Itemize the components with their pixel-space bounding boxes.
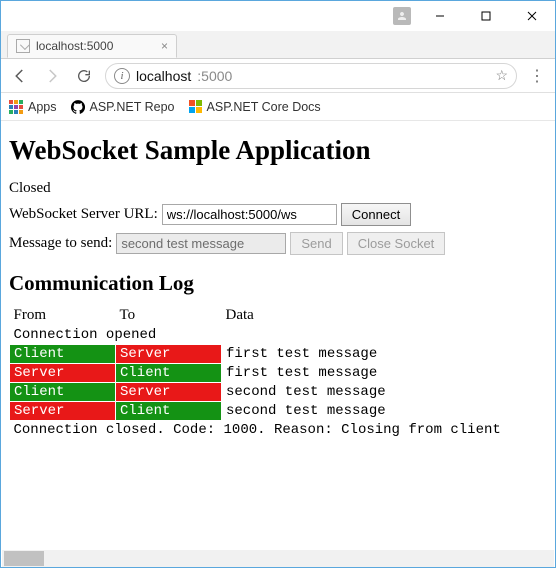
url-path: :5000 <box>197 68 232 84</box>
browser-toolbar: i localhost :5000 ☆ ⋮ <box>1 59 555 93</box>
send-button[interactable]: Send <box>290 232 342 255</box>
site-info-icon[interactable]: i <box>114 68 130 84</box>
table-row: ServerClientfirst test message <box>10 364 550 383</box>
bookmark-aspnet-docs[interactable]: ASP.NET Core Docs <box>189 100 321 114</box>
from-cell: Client <box>10 383 116 402</box>
col-from: From <box>10 306 116 326</box>
table-header-row: From To Data <box>10 306 550 326</box>
data-cell: first test message <box>222 345 550 364</box>
page-favicon-icon <box>16 39 30 53</box>
data-cell: second test message <box>222 383 550 402</box>
browser-tabstrip: localhost:5000 × <box>1 31 555 59</box>
table-row: ClientServerfirst test message <box>10 345 550 364</box>
apps-label: Apps <box>28 100 57 114</box>
bookmarks-bar: Apps ASP.NET Repo ASP.NET Core Docs <box>1 93 555 121</box>
message-label: Message to send: <box>9 235 112 252</box>
apps-grid-icon <box>9 100 23 114</box>
github-icon <box>71 100 85 114</box>
url-host: localhost <box>136 68 191 84</box>
page-title: WebSocket Sample Application <box>9 135 547 166</box>
data-cell: second test message <box>222 402 550 421</box>
from-cell: Client <box>10 345 116 364</box>
data-cell: first test message <box>222 364 550 383</box>
scrollbar-thumb[interactable] <box>4 551 44 566</box>
col-to: To <box>116 306 222 326</box>
log-heading: Communication Log <box>9 271 547 296</box>
connection-opened-line: Connection opened <box>10 326 550 345</box>
col-data: Data <box>222 306 550 326</box>
window-titlebar <box>1 1 555 31</box>
to-cell: Server <box>116 383 222 402</box>
log-status-row: Connection closed. Code: 1000. Reason: C… <box>10 421 550 440</box>
forward-button[interactable] <box>41 65 63 87</box>
microsoft-logo-icon <box>189 100 202 113</box>
close-window-button[interactable] <box>509 1 555 31</box>
to-cell: Server <box>116 345 222 364</box>
profile-avatar-icon[interactable] <box>393 7 411 25</box>
ws-url-label: WebSocket Server URL: <box>9 206 158 223</box>
new-tab-button[interactable] <box>181 38 203 58</box>
bookmark-label: ASP.NET Repo <box>90 100 175 114</box>
log-status-row: Connection opened <box>10 326 550 345</box>
tab-title: localhost:5000 <box>36 39 113 53</box>
page-content: WebSocket Sample Application Closed WebS… <box>1 121 555 552</box>
message-input[interactable] <box>116 233 286 254</box>
from-cell: Server <box>10 402 116 421</box>
to-cell: Client <box>116 402 222 421</box>
from-cell: Server <box>10 364 116 383</box>
apps-shortcut[interactable]: Apps <box>9 100 57 114</box>
browser-tab[interactable]: localhost:5000 × <box>7 34 177 58</box>
connection-status: Closed <box>9 180 51 197</box>
to-cell: Client <box>116 364 222 383</box>
connection-closed-line: Connection closed. Code: 1000. Reason: C… <box>10 421 550 440</box>
tab-close-icon[interactable]: × <box>161 39 168 53</box>
address-bar[interactable]: i localhost :5000 ☆ <box>105 63 517 89</box>
horizontal-scrollbar[interactable] <box>2 550 554 567</box>
table-row: ClientServersecond test message <box>10 383 550 402</box>
reload-button[interactable] <box>73 65 95 87</box>
ws-url-input[interactable] <box>162 204 337 225</box>
maximize-button[interactable] <box>463 1 509 31</box>
bookmark-star-icon[interactable]: ☆ <box>495 67 508 84</box>
close-socket-button[interactable]: Close Socket <box>347 232 446 255</box>
bookmark-label: ASP.NET Core Docs <box>207 100 321 114</box>
connect-button[interactable]: Connect <box>341 203 411 226</box>
bookmark-aspnet-repo[interactable]: ASP.NET Repo <box>71 100 175 114</box>
browser-menu-button[interactable]: ⋮ <box>527 66 547 86</box>
table-row: ServerClientsecond test message <box>10 402 550 421</box>
communication-log-table: From To Data Connection opened ClientSer… <box>9 306 549 439</box>
back-button[interactable] <box>9 65 31 87</box>
minimize-button[interactable] <box>417 1 463 31</box>
